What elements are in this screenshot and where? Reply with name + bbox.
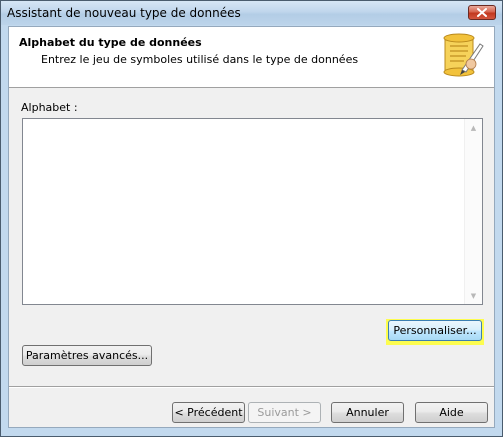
advanced-settings-button[interactable]: Paramètres avancés... (22, 345, 152, 366)
dialog-client-area: Alphabet du type de données Entrez le je… (8, 26, 495, 428)
page-title: Alphabet du type de données (19, 36, 202, 49)
scroll-up-arrow-icon[interactable]: ▲ (465, 119, 482, 136)
scroll-quill-icon (436, 30, 486, 82)
scroll-down-arrow-icon[interactable]: ▼ (465, 287, 482, 304)
window-title: Assistant de nouveau type de données (7, 6, 241, 20)
next-button[interactable]: Suivant > (248, 402, 321, 423)
cancel-button[interactable]: Annuler (331, 402, 404, 423)
close-icon (477, 8, 487, 17)
alphabet-label: Alphabet : (21, 101, 78, 114)
help-button[interactable]: Aide (415, 402, 488, 423)
wizard-window: Assistant de nouveau type de données Alp… (0, 0, 503, 437)
page-subtitle: Entrez le jeu de symboles utilisé dans l… (41, 53, 359, 66)
footer-divider (9, 386, 494, 388)
customize-button[interactable]: Personnaliser... (388, 320, 482, 341)
title-bar[interactable]: Assistant de nouveau type de données (1, 1, 502, 25)
alphabet-scrollbar[interactable]: ▲ ▼ (464, 119, 482, 304)
wizard-header: Alphabet du type de données Entrez le je… (9, 27, 494, 88)
previous-button[interactable]: < Précédent (172, 402, 245, 423)
close-button[interactable] (468, 5, 496, 20)
alphabet-textarea[interactable]: ▲ ▼ (22, 118, 483, 305)
